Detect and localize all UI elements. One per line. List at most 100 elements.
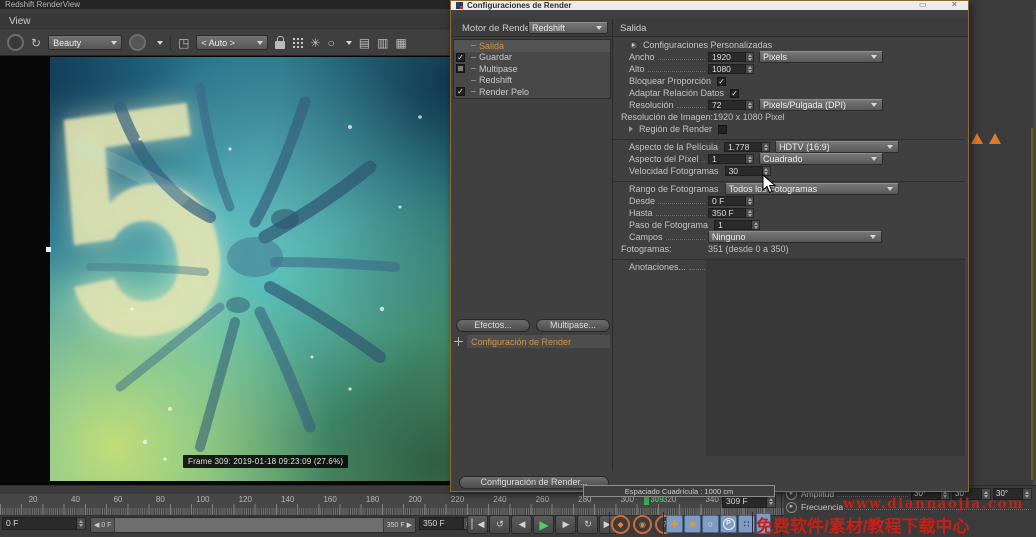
chevron-down-icon — [871, 55, 877, 62]
minimize-icon[interactable]: ▭ — [919, 1, 927, 9]
key-rotation-button[interactable]: ○ — [702, 515, 719, 533]
current-frame-marker[interactable] — [644, 496, 649, 505]
autokey-button[interactable]: ◉ — [633, 515, 652, 534]
rango-dropdown[interactable]: Todos los Fotogramas — [725, 183, 899, 195]
bloquear-checkbox[interactable]: ✓ — [717, 77, 726, 86]
resolucion-stepper[interactable] — [746, 100, 754, 110]
adaptar-checkbox[interactable]: ✓ — [730, 89, 739, 98]
timeline-ruler[interactable]: 2040608010012014016018020022024026028030… — [0, 494, 784, 516]
region-crop-icon[interactable]: ◳ — [178, 36, 189, 50]
layout-b-icon[interactable]: ▥ — [377, 36, 388, 50]
expand-section-button[interactable] — [629, 41, 638, 50]
desde-field[interactable]: 0 F — [708, 196, 746, 206]
view-menu[interactable]: View — [9, 16, 31, 27]
chevron-down-icon[interactable] — [157, 41, 163, 48]
warning-icon[interactable] — [989, 133, 1001, 144]
dialog-titlebar[interactable]: Configuraciones de Render ▭ ✕ — [451, 1, 968, 10]
divider — [609, 512, 610, 534]
go-to-start-button[interactable]: ▏◀ — [467, 515, 488, 534]
range-grip-start[interactable]: ◀ 0 F — [91, 518, 115, 532]
section-divider — [613, 255, 965, 260]
ancho-stepper[interactable] — [746, 52, 754, 62]
aspecto-pelicula-field[interactable]: 1.778 — [724, 142, 762, 152]
selection-handle[interactable] — [46, 247, 51, 252]
hasta-field[interactable]: 350 F — [708, 208, 746, 218]
key-scale-button[interactable]: ■ — [684, 515, 701, 533]
resolucion-field[interactable]: 72 — [708, 100, 746, 110]
settings-rows: Configuraciones PersonalizadasAncho1920P… — [613, 39, 965, 273]
ancho-field[interactable]: 1920 — [708, 52, 746, 62]
velocidad-label: Velocidad Fotogramas — [629, 166, 719, 176]
sidebar-item-render-pelo[interactable]: ✓ Render Pelo — [454, 86, 610, 98]
record-keyframe-button[interactable]: ◆ — [611, 515, 630, 534]
paso-field[interactable]: 1 — [714, 220, 752, 230]
color-pick-icon[interactable]: ○ — [327, 36, 334, 50]
render-viewport[interactable]: 5 — [50, 57, 452, 481]
previous-key-button[interactable]: ↺ — [489, 515, 510, 534]
reset-icon[interactable]: ▸ — [786, 502, 797, 513]
render-config-item[interactable]: Configuración de Render — [454, 335, 610, 348]
watermark-cn: 免费软件/素材/教程下载中心 — [756, 512, 969, 537]
close-icon[interactable]: ✕ — [951, 1, 958, 9]
hasta-stepper[interactable] — [746, 208, 754, 218]
range-grip-end[interactable]: 350 F ▶ — [383, 518, 415, 532]
expander-icon[interactable] — [629, 126, 636, 132]
next-key-button[interactable]: ↻ — [577, 515, 598, 534]
chevron-down-icon — [870, 235, 876, 242]
sidebar-item-multipase[interactable]: Multipase — [454, 63, 610, 75]
resolucion-label: Resolución — [629, 100, 674, 110]
play-button[interactable]: ▶ — [533, 515, 554, 534]
layout-a-icon[interactable]: ▤ — [359, 36, 370, 50]
key-parameter-button[interactable]: P — [720, 515, 737, 533]
ruler-tick-40: 40 — [71, 495, 80, 504]
fan-icon[interactable]: ✳ — [310, 36, 320, 50]
previous-frame-button[interactable]: ◀ — [511, 515, 532, 534]
preview-range-slider[interactable]: ◀ 0 F 350 F ▶ — [90, 517, 416, 533]
aspecto-pixel-stepper[interactable] — [746, 154, 754, 164]
desde-stepper[interactable] — [746, 196, 754, 206]
alto-field[interactable]: 1080 — [708, 64, 746, 74]
range-end-field[interactable]: 350 F — [419, 517, 464, 530]
aspecto-pelicula-unit-dropdown[interactable]: HDTV (16:9) — [775, 141, 899, 153]
lock-icon[interactable] — [275, 41, 285, 49]
range-start-stepper[interactable] — [77, 517, 86, 530]
chevron-down-icon[interactable] — [346, 41, 352, 48]
desde-label: Desde — [629, 196, 655, 206]
warning-icon[interactable] — [971, 133, 983, 144]
grid-icon[interactable] — [292, 37, 303, 48]
velocidad-field[interactable]: 30 — [725, 166, 763, 176]
multipass-button[interactable]: Multipase... — [536, 319, 610, 332]
start-render-icon[interactable] — [7, 34, 24, 51]
checkbox-multipase[interactable] — [456, 64, 465, 73]
render-pass-dropdown[interactable]: Beauty — [48, 35, 122, 50]
tab-label-render-pelo: Render Pelo — [479, 87, 529, 97]
sidebar-item-guardar[interactable]: ✓Guardar — [454, 52, 610, 64]
effects-button[interactable]: Efectos... — [456, 319, 530, 332]
sidebar-item-salida[interactable]: Salida — [454, 40, 610, 52]
aspecto-pixel-unit-dropdown[interactable]: Cuadrado — [759, 153, 883, 165]
checkbox-render-pelo[interactable]: ✓ — [456, 87, 465, 96]
range-start-field[interactable]: 0 F — [2, 517, 77, 530]
ancho-unit-dropdown[interactable]: Pixels — [759, 51, 883, 63]
render-engine-dropdown[interactable]: Redshift — [528, 22, 608, 34]
chevron-down-icon — [257, 41, 263, 48]
settings-row-desde: Desde 0 F — [613, 195, 965, 207]
aspecto-pixel-field[interactable]: 1 — [708, 154, 746, 164]
annotations-area[interactable] — [706, 258, 965, 456]
key-position-button[interactable]: ✚ — [666, 515, 683, 533]
resolucion-unit-dropdown[interactable]: Pixels/Pulgada (DPI) — [759, 99, 883, 111]
auto-mode-dropdown[interactable]: < Auto > — [196, 35, 268, 50]
checkbox-guardar[interactable]: ✓ — [456, 53, 465, 62]
renderview-menubar: View — [0, 14, 452, 29]
layout-c-icon[interactable]: ▦ — [395, 36, 406, 50]
sidebar-item-redshift[interactable]: Redshift — [454, 75, 610, 87]
snapshot-icon[interactable] — [129, 34, 146, 51]
alto-stepper[interactable] — [746, 64, 754, 74]
next-frame-button[interactable]: ▶ — [555, 515, 576, 534]
campos-dropdown[interactable]: Ninguno — [708, 231, 882, 243]
restart-render-icon[interactable]: ↻ — [31, 36, 41, 50]
region-checkbox[interactable] — [718, 125, 727, 134]
aspecto-pelicula-stepper[interactable] — [762, 142, 770, 152]
renderview-titlebar: Redshift RenderView — [0, 0, 452, 9]
paso-stepper[interactable] — [752, 220, 760, 230]
